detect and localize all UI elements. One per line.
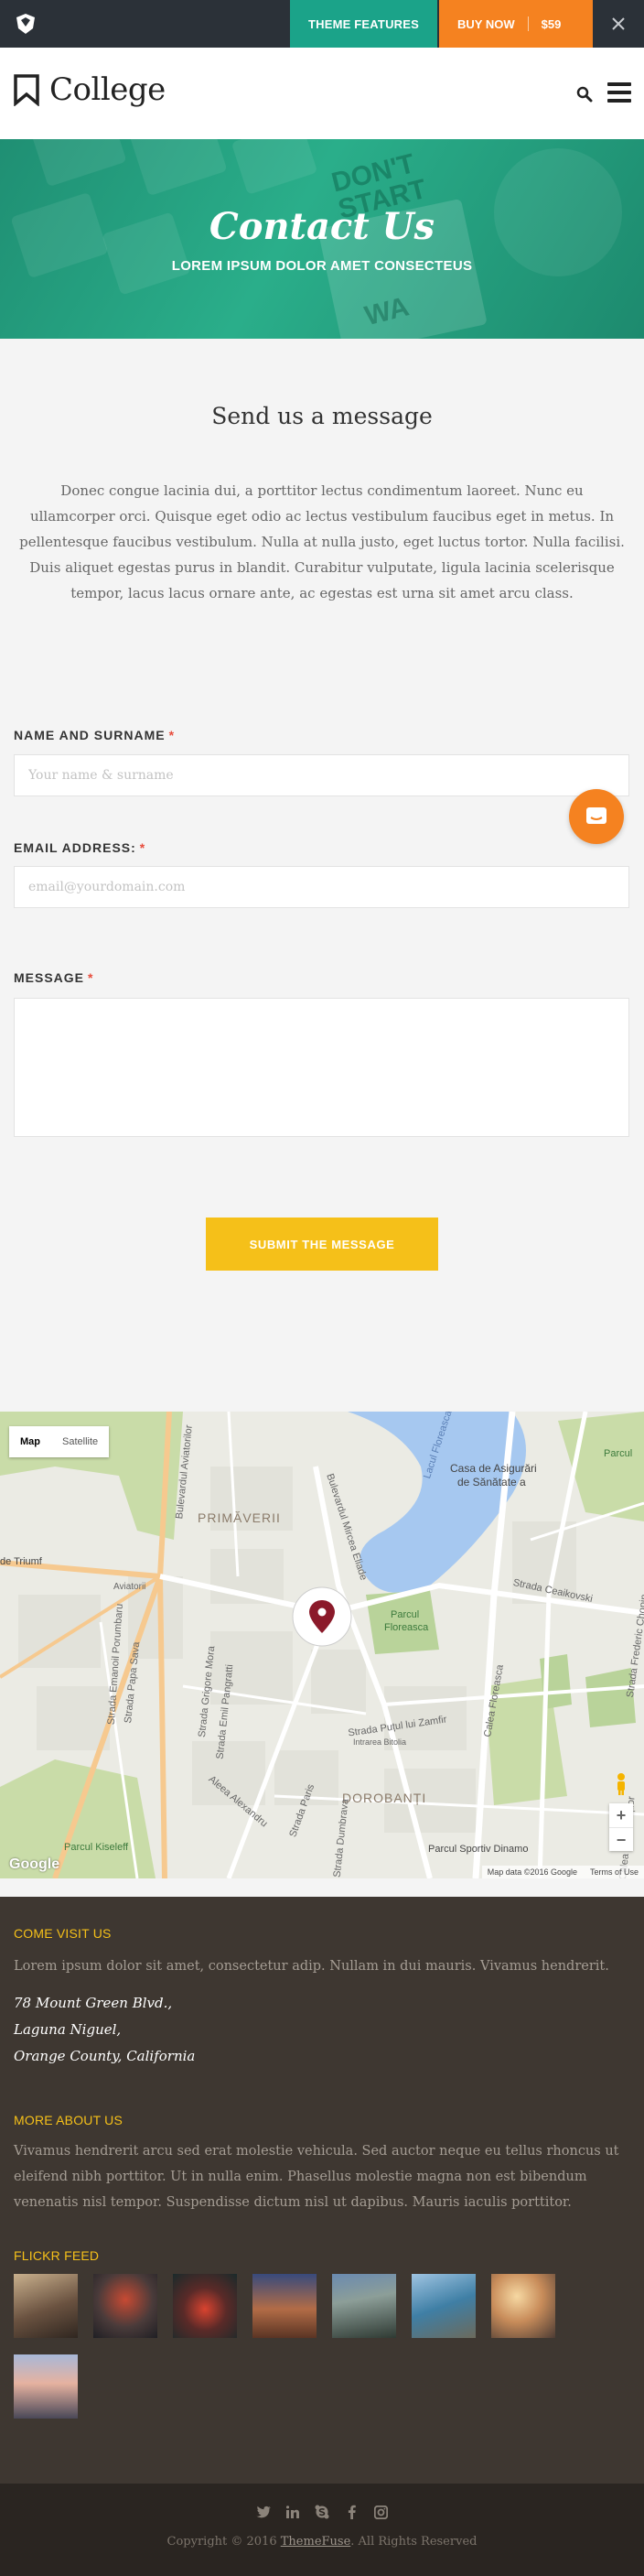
buy-now-label: BUY NOW <box>457 16 515 31</box>
instagram-icon[interactable] <box>372 2504 389 2520</box>
chat-icon <box>586 807 606 824</box>
shield-logo-icon[interactable] <box>15 13 37 35</box>
submit-button[interactable]: SUBMIT THE MESSAGE <box>206 1218 438 1271</box>
map-label-park-2: Floreasca <box>384 1622 429 1633</box>
flickr-thumb[interactable] <box>14 2354 78 2419</box>
map-label-casa: Casa de Asigurări <box>450 1462 537 1475</box>
address-block: 78 Mount Green Blvd., Laguna Niguel, Ora… <box>14 1990 195 2070</box>
copyright: Copyright © 2016 ThemeFuse. All Rights R… <box>0 2535 644 2549</box>
site-footer: COME VISIT US Lorem ipsum dolor sit amet… <box>0 1897 644 2548</box>
facebook-icon[interactable] <box>343 2504 360 2520</box>
map-label-kiseleff: Parcul Kiseleff <box>64 1842 129 1853</box>
flickr-thumb[interactable] <box>14 2274 78 2338</box>
search-icon[interactable] <box>576 86 593 103</box>
message-textarea[interactable] <box>14 998 629 1137</box>
address-line-3: Orange County, California <box>14 2048 196 2064</box>
map-attribution: Map data ©2016 Google Terms of Use <box>481 1866 644 1878</box>
map-label-aviatorii: Aviatorii <box>113 1582 146 1592</box>
map-label-dorobanti: DOROBANȚI <box>342 1791 427 1805</box>
flickr-thumb[interactable] <box>491 2274 555 2338</box>
page-title: Contact Us <box>209 205 435 248</box>
section-heading: Send us a message <box>211 403 433 429</box>
copyright-prefix: Copyright © 2016 <box>166 2535 277 2549</box>
footer-bottom: Copyright © 2016 ThemeFuse. All Rights R… <box>0 2484 644 2576</box>
map-label-dinamo: Parcul Sportiv Dinamo <box>428 1844 529 1855</box>
buy-now-button[interactable]: BUY NOW $59 <box>439 0 593 48</box>
flickr-title: FLICKR FEED <box>14 2248 100 2263</box>
map-label-intrarea: Intrarea Bitolia <box>353 1737 407 1747</box>
close-promo-button[interactable] <box>593 0 644 48</box>
intro-paragraph: Donec congue lacinia dui, a porttitor le… <box>19 482 625 601</box>
address-line-1: 78 Mount Green Blvd., <box>14 1995 173 2011</box>
visit-text: Lorem ipsum dolor sit amet, consectetur … <box>14 1959 609 1974</box>
map-canvas[interactable] <box>0 1412 644 1878</box>
terms-link[interactable]: Terms of Use <box>590 1867 639 1877</box>
page-subtitle: LOREM IPSUM DOLOR AMET CONSECTEUS <box>171 258 473 274</box>
flickr-thumb[interactable] <box>412 2274 476 2338</box>
map-zoom-control: + − <box>609 1803 633 1851</box>
map-label-triumf: de Triumf <box>0 1556 42 1567</box>
flickr-thumb[interactable] <box>332 2274 396 2338</box>
contact-section: Send us a message Donec congue lacinia d… <box>0 339 644 1412</box>
name-input[interactable] <box>14 754 629 796</box>
site-header: College <box>0 48 644 139</box>
flickr-thumb[interactable] <box>93 2274 157 2338</box>
map-type-satellite-button[interactable]: Satellite <box>51 1426 109 1457</box>
google-logo: Google <box>9 1856 60 1872</box>
twitter-icon[interactable] <box>255 2504 272 2520</box>
skype-icon[interactable] <box>314 2504 330 2520</box>
street-view-pegman-icon[interactable] <box>613 1772 629 1796</box>
flickr-thumb[interactable] <box>173 2274 237 2338</box>
copyright-suffix: . All Rights Reserved <box>350 2535 478 2549</box>
map-label-parcul-right: Parcul <box>604 1448 633 1459</box>
hero-banner: DON'T START WA Contact Us LOREM IPSUM DO… <box>0 139 644 339</box>
map-type-map-button[interactable]: Map <box>9 1426 51 1457</box>
close-icon <box>612 17 625 30</box>
address-line-2: Laguna Niguel, <box>14 2021 122 2038</box>
brand-logo[interactable]: College <box>13 71 166 108</box>
brand-name: College <box>49 71 166 108</box>
zoom-out-button[interactable]: − <box>609 1827 633 1851</box>
map-data-text: Map data ©2016 Google <box>487 1867 577 1877</box>
about-title: MORE ABOUT US <box>14 2113 123 2127</box>
message-label: MESSAGE * <box>14 970 94 985</box>
flickr-thumb[interactable] <box>252 2274 317 2338</box>
linkedin-icon[interactable] <box>284 2504 301 2520</box>
email-input[interactable] <box>14 866 629 908</box>
themefuse-link[interactable]: ThemeFuse <box>281 2535 351 2549</box>
social-links <box>0 2504 644 2520</box>
chat-launcher-button[interactable] <box>569 789 624 844</box>
theme-features-button[interactable]: THEME FEATURES <box>290 0 437 48</box>
map-label-casa-2: de Sănătate a <box>457 1476 526 1488</box>
promo-bar: THEME FEATURES BUY NOW $59 <box>0 0 644 48</box>
bookmark-icon <box>14 74 39 106</box>
visit-title: COME VISIT US <box>14 1926 112 1941</box>
map-type-control: Map Satellite <box>9 1426 110 1457</box>
zoom-in-button[interactable]: + <box>609 1803 633 1827</box>
name-label: NAME AND SURNAME * <box>14 728 176 742</box>
location-map[interactable]: PRIMĂVERII DOROBANȚI Casa de Asigurări d… <box>0 1412 644 1878</box>
map-label-park: Parcul <box>391 1609 420 1620</box>
price-label: $59 <box>541 16 562 31</box>
buy-separator <box>527 16 529 31</box>
map-label-primaverii: PRIMĂVERII <box>198 1510 281 1525</box>
email-label: EMAIL ADDRESS: * <box>14 840 146 855</box>
hamburger-menu-icon[interactable] <box>607 82 631 103</box>
about-text: Vivamus hendrerit arcu sed erat molestie… <box>14 2144 619 2210</box>
